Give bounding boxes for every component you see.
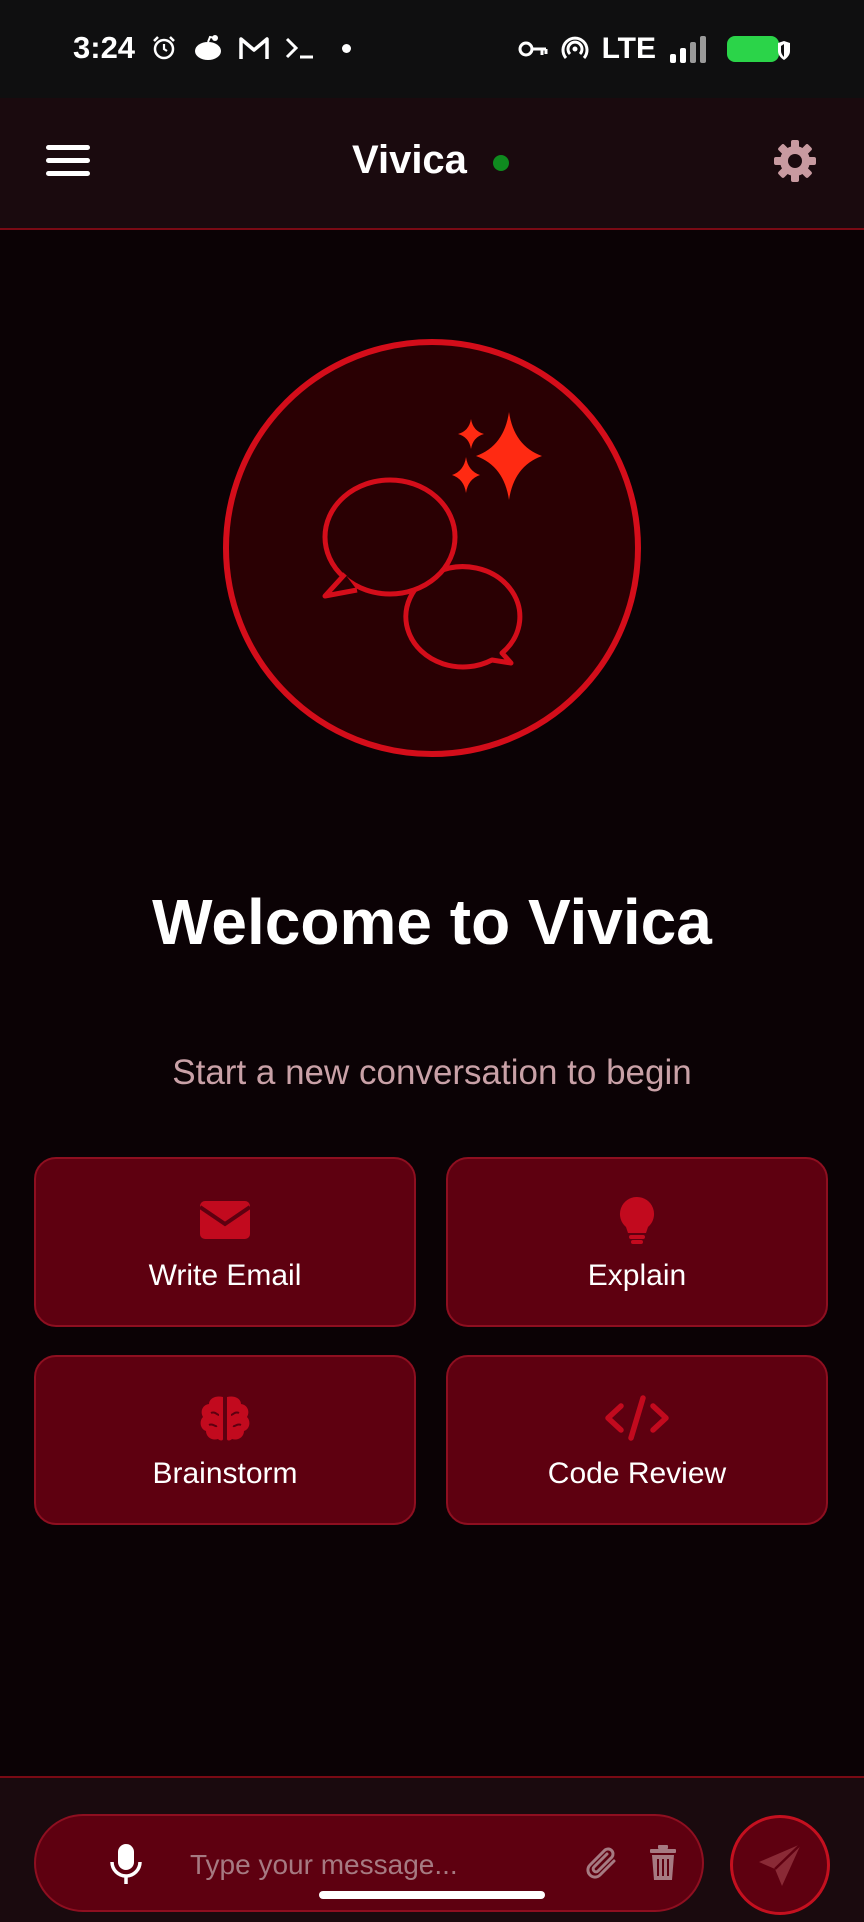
envelope-icon — [198, 1201, 252, 1239]
write-email-button[interactable]: Write Email — [34, 1157, 416, 1327]
hero-logo — [222, 338, 642, 758]
welcome-title: Welcome to Vivica — [152, 886, 712, 958]
alarm-icon — [153, 36, 175, 60]
card-label: Write Email — [148, 1259, 302, 1292]
status-bar: 3:24 LTE — [0, 0, 864, 98]
lightbulb-icon — [619, 1196, 655, 1244]
page-title: Vivica — [352, 138, 467, 182]
send-button[interactable] — [730, 1815, 830, 1915]
voice-input-button[interactable] — [106, 1842, 146, 1886]
status-time: 3:24 — [73, 30, 136, 65]
welcome-subtitle: Start a new conversation to begin — [172, 1053, 692, 1092]
settings-button[interactable] — [770, 136, 820, 186]
trash-icon — [650, 1845, 676, 1880]
brain-icon — [200, 1396, 250, 1441]
hamburger-menu-icon — [46, 145, 90, 150]
app-header: Vivica — [0, 98, 864, 230]
brainstorm-button[interactable]: Brainstorm — [34, 1355, 416, 1525]
network-type: LTE — [601, 32, 656, 65]
hotspot-icon — [561, 36, 589, 59]
card-label: Explain — [587, 1259, 687, 1292]
signal-icon — [670, 36, 706, 63]
chat-bubbles-sparkles-icon — [223, 339, 641, 757]
microphone-icon — [110, 1844, 142, 1884]
home-indicator[interactable] — [319, 1891, 545, 1899]
system-icons: LTE — [518, 32, 794, 66]
explain-button[interactable]: Explain — [446, 1157, 828, 1327]
more-notifications-dot — [342, 43, 351, 53]
reddit-icon — [195, 35, 221, 60]
send-icon — [759, 1843, 802, 1886]
message-input[interactable] — [188, 1834, 582, 1896]
gear-icon — [774, 140, 816, 182]
vpn-key-icon — [518, 41, 548, 57]
clear-button[interactable] — [648, 1844, 678, 1882]
code-icon — [605, 1395, 669, 1441]
menu-button[interactable] — [44, 140, 92, 186]
menu-line — [46, 158, 90, 163]
battery-icon — [727, 36, 790, 62]
terminal-icon — [285, 37, 313, 59]
attach-button[interactable] — [586, 1844, 620, 1882]
code-review-button[interactable]: Code Review — [446, 1355, 828, 1525]
menu-line — [46, 171, 90, 176]
online-status-indicator — [493, 155, 509, 171]
notification-icons — [150, 34, 351, 62]
gmail-icon — [239, 37, 269, 59]
card-label: Code Review — [547, 1457, 727, 1490]
card-label: Brainstorm — [152, 1457, 298, 1490]
message-composer — [0, 1776, 864, 1922]
paperclip-icon — [586, 1847, 616, 1879]
